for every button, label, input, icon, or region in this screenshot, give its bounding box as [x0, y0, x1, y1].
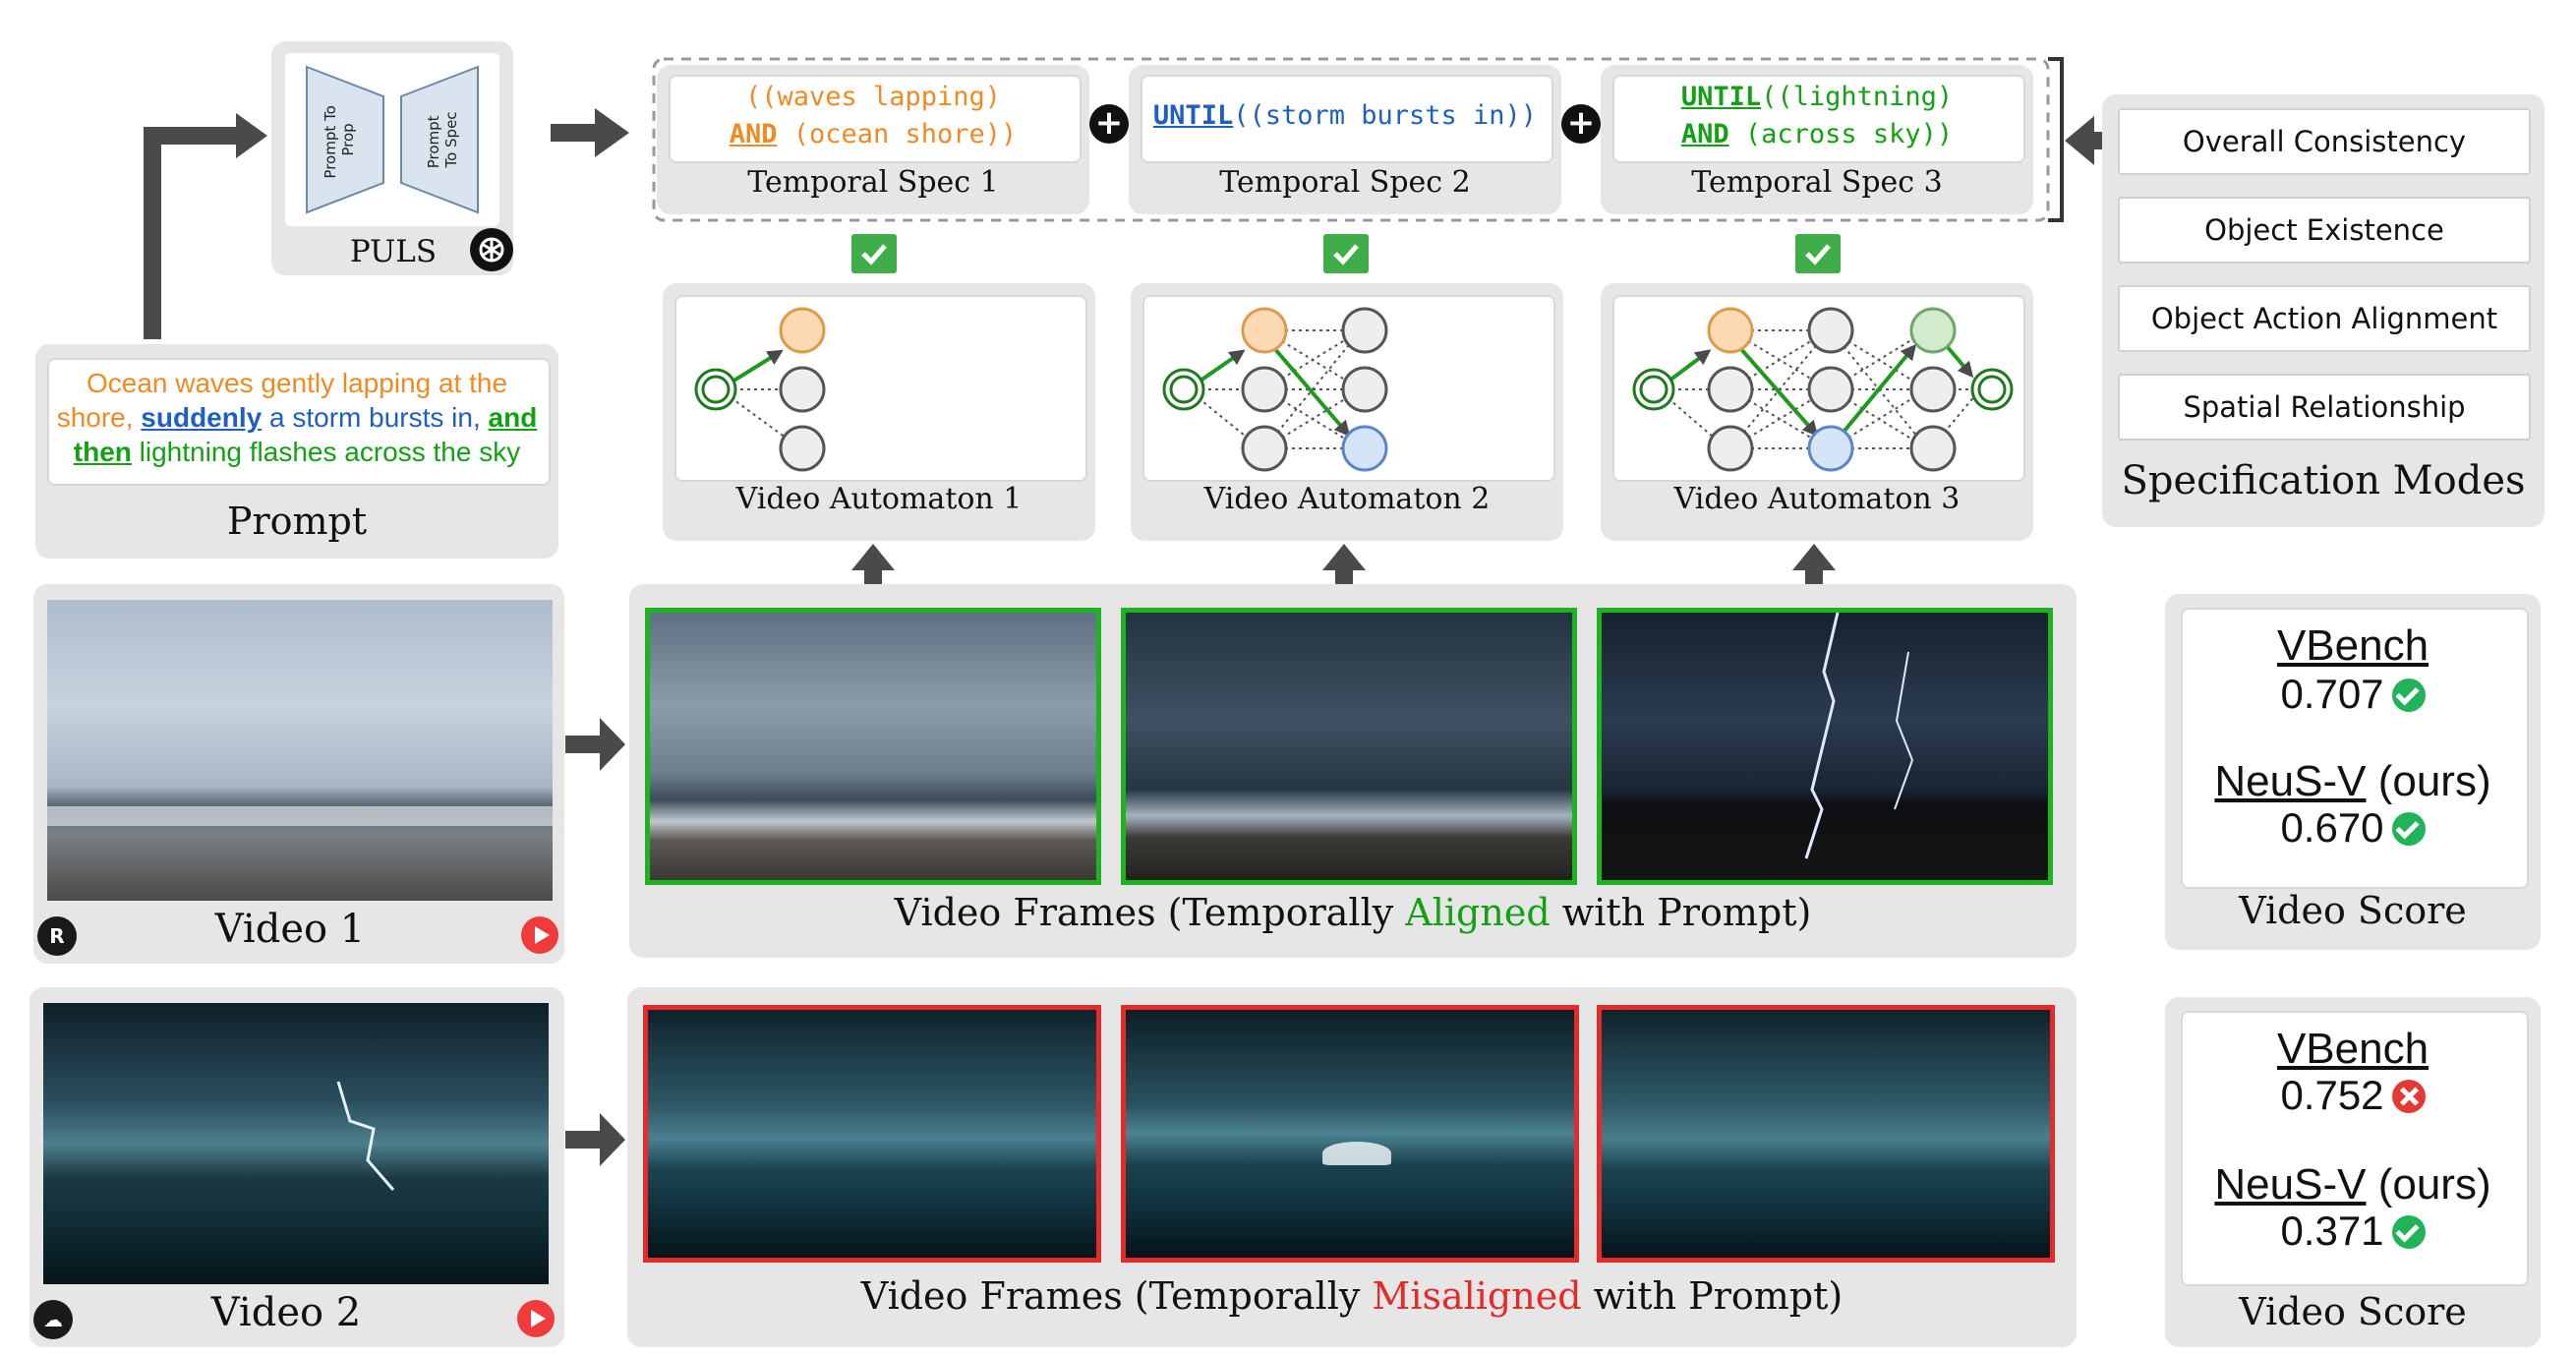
x-circle-icon [2391, 1080, 2426, 1113]
prompt-to-puls-arrow [144, 127, 236, 339]
spec-2-line-1: UNTIL((storm bursts in)) [1141, 97, 1550, 135]
video-2-caption: Video 2 [210, 1290, 362, 1335]
prompt-line-1: Ocean waves gently lapping at the [51, 366, 543, 400]
puls-right-label: Prompt To Spec [425, 111, 460, 169]
video-to-frames-arrows [565, 718, 625, 1166]
video-1-neusv-name: NeuS-V [2214, 757, 2367, 805]
video-1-score-caption: Video Score [2239, 889, 2467, 932]
video-2-vbench-label: VBench [2276, 1025, 2430, 1073]
video-1-vbench-label: VBench [2276, 621, 2430, 670]
video-2-frame-1 [643, 1005, 1101, 1263]
prompt-seg: then [73, 437, 132, 467]
video-1-frame-3 [1597, 608, 2053, 885]
video-1-vbench-number: 0.707 [2280, 671, 2384, 717]
video-2-vbench-number: 0.752 [2280, 1072, 2384, 1118]
spec-3-line-2: AND (across sky)) [1612, 116, 2021, 153]
spec-2-rest: ((storm bursts in)) [1233, 100, 1538, 131]
spec-1-line-2: AND (ocean shore)) [669, 116, 1078, 153]
video-2-neusv-label: NeuS-V (ours) [2181, 1160, 2525, 1209]
prompt-caption: Prompt [226, 500, 368, 543]
video-2-neusv-value: 0.371 [2181, 1208, 2525, 1255]
spec-2-code: UNTIL((storm bursts in)) [1141, 97, 1550, 135]
video-1-frames-caption-post: with Prompt) [1550, 891, 1812, 934]
prompt-seg: shore, [56, 402, 142, 433]
prompt-line-2: shore, suddenly a storm bursts in, and [51, 400, 543, 435]
prompt-seg: a storm bursts in, [262, 402, 489, 433]
spec-3-caption: Temporal Spec 3 [1691, 165, 1943, 200]
automaton-1-caption: Video Automaton 1 [735, 482, 1023, 516]
video-2-frames-caption-post: with Prompt) [1581, 1274, 1844, 1318]
spec-1-line-1: ((waves lapping) [744, 82, 1002, 112]
video-1-frames-caption-pre: Video Frames (Temporally [894, 891, 1406, 934]
plus-icon: + [1561, 104, 1601, 144]
check-circle-icon [2391, 678, 2426, 712]
puls-to-spec-arrow [551, 124, 600, 142]
video-2-vbench-value: 0.752 [2181, 1072, 2525, 1119]
mode-object-existence[interactable]: Object Existence [2118, 197, 2531, 264]
spec-1-code: ((waves lapping) AND (ocean shore)) [669, 79, 1078, 153]
video-2-frames-caption: Video Frames (Temporally Misaligned with… [627, 1274, 2077, 1318]
prompt-seg: lightning flashes across the sky [131, 437, 521, 467]
spec-3-code: UNTIL((lightning) AND (across sky)) [1612, 79, 2021, 153]
prompt-seg: Ocean waves gently lapping at the [86, 368, 508, 398]
spec-2-kw: UNTIL [1152, 100, 1234, 131]
automaton-3-graph [1632, 307, 2014, 472]
spec-1-caption: Temporal Spec 1 [747, 165, 999, 200]
spec-3-kw-2: AND [1680, 119, 1729, 149]
video-2-play-icon[interactable] [517, 1300, 555, 1337]
mode-overall-consistency[interactable]: Overall Consistency [2118, 108, 2531, 175]
automaton-2-graph [1162, 307, 1388, 472]
video-2-frame-2 [1121, 1005, 1579, 1263]
spec-3-rest-2: (across sky)) [1728, 119, 1954, 149]
check-icon [1323, 234, 1369, 273]
video-1-frames-caption-word: Aligned [1405, 891, 1551, 934]
spec-3-kw-1: UNTIL [1680, 82, 1762, 112]
spec-1-rest: (ocean shore)) [777, 119, 1018, 149]
video-1-neusv-value: 0.670 [2181, 804, 2525, 852]
check-icon [851, 234, 897, 273]
video-1-vbench-value: 0.707 [2181, 671, 2525, 718]
video-1-play-icon[interactable] [521, 916, 558, 954]
video-2-frame-3 [1597, 1005, 2055, 1263]
video-1-thumbnail[interactable] [47, 600, 553, 901]
video-1-neusv-number: 0.670 [2280, 804, 2384, 851]
video-2-frames-caption-pre: Video Frames (Temporally [860, 1274, 1373, 1318]
video-2-source-logo-icon: ☁ [33, 1300, 73, 1339]
video-2-frames-caption-word: Misaligned [1372, 1274, 1582, 1318]
prompt-seg: and [488, 402, 538, 433]
puls-label: PULS [349, 234, 438, 269]
video-1-source-logo-icon: R [37, 916, 77, 956]
automaton-2-caption: Video Automaton 2 [1203, 482, 1491, 516]
video-1-frame-1 [645, 608, 1101, 885]
check-icon [1795, 234, 1841, 273]
video-1-frame-2 [1121, 608, 1577, 885]
video-1-frames-caption: Video Frames (Temporally Aligned with Pr… [629, 891, 2077, 934]
spec-3-line-1: UNTIL((lightning) [1612, 79, 2021, 116]
spec-modes-title: Specification Modes [2121, 458, 2526, 503]
puls-diagram: Prompt To Prop Prompt To Spec [306, 65, 479, 214]
automaton-3-caption: Video Automaton 3 [1673, 482, 1961, 516]
prompt-text: Ocean waves gently lapping at the shore,… [51, 366, 543, 469]
prompt-seg: suddenly [141, 402, 263, 433]
check-circle-icon [2391, 1215, 2426, 1249]
plus-icon: + [1089, 104, 1129, 144]
video-1-neusv-suffix: (ours) [2366, 757, 2491, 805]
openai-logo-icon [470, 228, 513, 271]
mode-object-action-alignment[interactable]: Object Action Alignment [2118, 285, 2531, 352]
check-circle-icon [2391, 812, 2426, 846]
spec-3-rest-1: ((lightning) [1761, 82, 1954, 112]
video-2-thumbnail[interactable] [43, 1003, 549, 1284]
video-1-caption: Video 1 [214, 907, 366, 952]
video-2-score-caption: Video Score [2239, 1290, 2467, 1333]
video-2-neusv-number: 0.371 [2280, 1208, 2384, 1254]
spec-2-caption: Temporal Spec 2 [1219, 165, 1471, 200]
spec-1-kw: AND [729, 119, 778, 149]
video-2-neusv-name: NeuS-V [2214, 1160, 2367, 1209]
mode-spatial-relationship[interactable]: Spatial Relationship [2118, 374, 2531, 441]
video-1-neusv-label: NeuS-V (ours) [2181, 757, 2525, 806]
spec-bracket [2048, 57, 2064, 222]
video-2-neusv-suffix: (ours) [2366, 1160, 2491, 1209]
prompt-line-3: then lightning flashes across the sky [51, 435, 543, 469]
automaton-1-graph [694, 307, 826, 472]
